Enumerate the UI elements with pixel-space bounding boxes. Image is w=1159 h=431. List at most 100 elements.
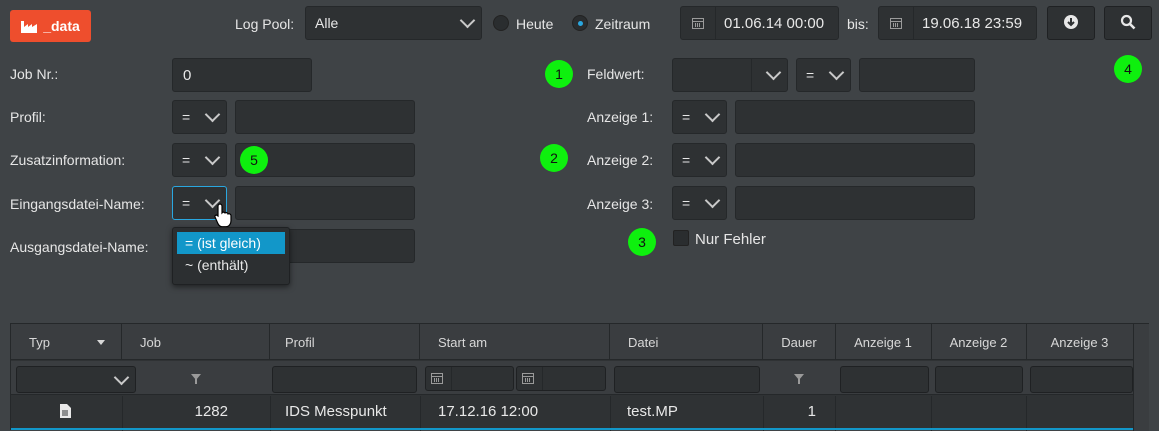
cell-job: 1282 (194, 402, 228, 420)
annotation-marker: 2 (540, 144, 568, 172)
chevron-down-icon (704, 192, 721, 209)
operator-value: = (182, 109, 191, 125)
operator-value: = (182, 195, 191, 211)
zusatz-operator-select[interactable]: = (172, 143, 227, 177)
column-header-label: Anzeige 1 (854, 334, 912, 350)
hand-cursor-icon (214, 203, 232, 230)
profil-label: Profil: (10, 109, 46, 125)
column-header-label: Datei (628, 334, 659, 350)
operator-dropdown: = (ist gleich) ~ (enthält) (172, 227, 290, 285)
radio-range-label: Zeitraum (595, 16, 651, 32)
download-icon (1063, 14, 1079, 33)
chevron-down-icon (828, 64, 845, 81)
download-button[interactable] (1047, 6, 1095, 40)
date-to-input[interactable]: 19.06.18 23:59 (878, 6, 1037, 40)
chevron-down-icon (204, 106, 221, 123)
anzeige1-filter-input[interactable] (840, 366, 929, 393)
operator-value: = (182, 152, 191, 168)
feldwert-operator-select[interactable]: = (796, 58, 851, 92)
feldwert-field-select[interactable] (672, 58, 788, 92)
radio-range[interactable] (572, 15, 588, 31)
calendar-icon[interactable] (522, 367, 543, 390)
column-header-label: Anzeige 2 (949, 334, 1008, 350)
column-header-anzeige1[interactable]: Anzeige 1 (835, 324, 932, 360)
log-pool-value: Alle (315, 15, 339, 31)
anzeige3-filter-input[interactable] (1030, 366, 1133, 393)
chevron-down-icon (459, 12, 476, 29)
table-row[interactable]: 1282 IDS Messpunkt 17.12.16 12:00 test.M… (11, 396, 1133, 426)
datei-filter-input[interactable] (614, 366, 760, 393)
anzeige1-operator-select[interactable]: = (672, 100, 727, 134)
document-icon (59, 404, 71, 418)
nur-fehler-checkbox[interactable] (673, 230, 689, 246)
chevron-down-icon (765, 64, 782, 81)
vertical-scrollbar[interactable] (1133, 324, 1149, 431)
eingang-label: Eingangsdatei-Name: (10, 196, 145, 212)
eingang-input[interactable] (235, 186, 415, 220)
date-from-value: 01.06.14 00:00 (724, 14, 825, 32)
anzeige3-label: Anzeige 3: (587, 196, 654, 212)
app-logo[interactable]: _data (10, 10, 91, 42)
dropdown-option-equals[interactable]: = (ist gleich) (177, 232, 285, 254)
filter-icon[interactable] (191, 374, 201, 384)
typ-filter-select[interactable] (16, 366, 136, 393)
feldwert-input[interactable] (859, 58, 975, 92)
column-header-start[interactable]: Start am (420, 324, 610, 360)
column-header-dauer[interactable]: Dauer (763, 324, 836, 360)
filter-icon[interactable] (794, 374, 804, 384)
search-icon (1120, 14, 1136, 33)
column-header-label: Anzeige 3 (1050, 334, 1109, 350)
operator-value: = (806, 67, 815, 83)
ausgang-label: Ausgangsdatei-Name: (10, 239, 149, 255)
feldwert-label: Feldwert: (587, 66, 645, 82)
calendar-icon[interactable] (431, 367, 452, 390)
chevron-down-icon (204, 149, 221, 166)
cell-profil: IDS Messpunkt (285, 402, 387, 420)
column-header-label: Start am (438, 334, 488, 350)
calendar-icon[interactable] (879, 7, 914, 39)
annotation-marker: 1 (545, 60, 573, 88)
anzeige2-label: Anzeige 2: (587, 152, 654, 168)
chevron-down-icon (704, 106, 721, 123)
chevron-down-icon (704, 149, 721, 166)
anzeige2-input[interactable] (735, 143, 975, 177)
start-to-filter-input[interactable] (516, 366, 606, 391)
column-header-label: Typ (29, 334, 50, 350)
column-header-label: Dauer (781, 334, 817, 350)
column-header-label: Profil (285, 334, 315, 350)
radio-today[interactable] (493, 15, 509, 31)
column-header-anzeige2[interactable]: Anzeige 2 (931, 324, 1027, 360)
operator-value: = (682, 152, 691, 168)
profil-operator-select[interactable]: = (172, 100, 227, 134)
column-header-datei[interactable]: Datei (610, 324, 763, 360)
column-header-label: Job (140, 334, 161, 350)
log-pool-select[interactable]: Alle (305, 6, 482, 40)
anzeige2-filter-input[interactable] (935, 366, 1023, 393)
column-header-job[interactable]: Job (122, 324, 270, 360)
bis-label: bis: (847, 16, 869, 32)
nur-fehler-label: Nur Fehler (695, 231, 766, 248)
log-pool-label: Log Pool: (235, 16, 295, 32)
date-to-value: 19.06.18 23:59 (922, 14, 1023, 32)
anzeige1-input[interactable] (735, 100, 975, 134)
anzeige2-operator-select[interactable]: = (672, 143, 727, 177)
anzeige3-input[interactable] (735, 186, 975, 220)
column-header-profil[interactable]: Profil (270, 324, 420, 360)
factory-icon (21, 19, 38, 33)
logo-text: _data (43, 18, 80, 34)
cell-dauer: 1 (807, 402, 816, 420)
profil-input[interactable] (235, 100, 415, 134)
calendar-icon[interactable] (681, 7, 716, 39)
start-from-filter-input[interactable] (425, 366, 514, 391)
job-grid: Typ Job Profil Start am Datei Dauer Anze… (10, 323, 1149, 431)
column-header-anzeige3[interactable]: Anzeige 3 (1026, 324, 1134, 360)
date-from-input[interactable]: 01.06.14 00:00 (680, 6, 839, 40)
operator-value: = (682, 195, 691, 211)
profil-filter-input[interactable] (272, 366, 417, 393)
search-button[interactable] (1104, 6, 1152, 40)
anzeige3-operator-select[interactable]: = (672, 186, 727, 220)
dropdown-option-contains[interactable]: ~ (enthält) (177, 254, 285, 276)
sort-down-icon (97, 340, 105, 345)
job-nr-input[interactable]: 0 (172, 58, 312, 92)
column-header-typ[interactable]: Typ (11, 324, 122, 360)
